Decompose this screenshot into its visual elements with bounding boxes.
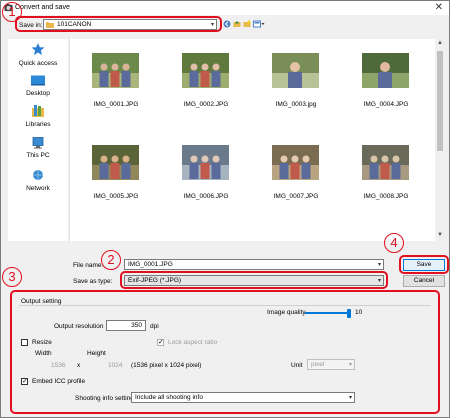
file-item[interactable]: IMG_0002.JPG [166, 53, 246, 113]
photo-thumbnail [272, 53, 319, 88]
sidebar-item-label: Network [26, 185, 50, 192]
photo-thumbnail [92, 145, 139, 180]
callout-number-3: 3 [2, 267, 22, 287]
star-icon [31, 43, 45, 55]
scroll-up-icon[interactable]: ▲ [437, 40, 443, 46]
desktop-icon [31, 75, 45, 86]
file-item[interactable]: IMG_0006.JPG [166, 145, 246, 205]
scroll-down-icon[interactable]: ▼ [437, 232, 443, 238]
new-folder-icon[interactable] [243, 20, 251, 28]
file-list-pane: IMG_0001.JPG IMG_0002.JPG IMG_0003.jpg IMG_… [69, 39, 435, 241]
callout-number-2: 2 [101, 250, 121, 270]
file-name-label: IMG_0002.JPG [183, 101, 229, 108]
sidebar-item-network[interactable]: Network [8, 167, 68, 195]
photo-thumbnail [362, 145, 409, 180]
sidebar-item-label: Desktop [26, 90, 50, 97]
callout-box-3 [10, 290, 440, 414]
photo-thumbnail [362, 53, 409, 88]
cancel-button[interactable]: Cancel [403, 275, 445, 287]
callout-number-4: 4 [384, 233, 404, 253]
callout-box-4 [399, 255, 449, 274]
filename-label: File name: [73, 262, 104, 269]
file-name-label: IMG_0008.JPG [363, 193, 409, 200]
photo-thumbnail [92, 53, 139, 88]
places-sidebar: Quick access Desktop Libraries This PC N… [8, 39, 68, 241]
file-name-label: IMG_0004.JPG [363, 101, 409, 108]
network-icon [33, 170, 43, 180]
sidebar-item-quick-access[interactable]: Quick access [8, 41, 68, 71]
file-item[interactable]: IMG_0008.JPG [346, 145, 426, 205]
file-name-label: IMG_0005.JPG [93, 193, 139, 200]
sidebar-item-label: Quick access [18, 60, 58, 67]
chevron-down-icon: ▾ [377, 262, 381, 268]
window-title: Convert and save [15, 4, 70, 11]
sidebar-item-label: This PC [26, 152, 50, 159]
file-item[interactable]: IMG_0001.JPG [76, 53, 156, 113]
file-item[interactable]: IMG_0007.JPG [256, 145, 336, 205]
back-icon[interactable] [223, 20, 231, 28]
file-name-label: IMG_0001.JPG [93, 101, 139, 108]
save-as-type-label: Save as type: [73, 278, 113, 285]
title-bar: Convert and save ✕ [1, 1, 449, 15]
filename-value: IMG_0001.JPG [128, 261, 173, 268]
callout-box-1 [15, 16, 222, 32]
file-name-label: IMG_0007.JPG [273, 193, 319, 200]
photo-thumbnail [182, 53, 229, 88]
sidebar-item-libraries[interactable]: Libraries [8, 103, 68, 131]
convert-save-dialog: Convert and save ✕ Save in: 101CANON ▾ Q… [0, 0, 450, 418]
file-item[interactable]: IMG_0004.JPG [346, 53, 426, 113]
sidebar-item-this-pc[interactable]: This PC [8, 135, 68, 163]
sidebar-item-desktop[interactable]: Desktop [8, 73, 68, 101]
callout-box-2 [120, 271, 388, 289]
libraries-icon [32, 105, 44, 117]
up-folder-icon[interactable] [233, 20, 241, 28]
close-icon[interactable]: ✕ [435, 2, 443, 13]
view-menu-icon[interactable] [253, 20, 265, 28]
filename-input[interactable]: IMG_0001.JPG ▾ [124, 259, 384, 270]
photo-thumbnail [182, 145, 229, 180]
pc-icon [32, 137, 44, 149]
scrollbar-thumb[interactable] [437, 51, 443, 151]
photo-thumbnail [272, 145, 319, 180]
file-item[interactable]: IMG_0005.JPG [76, 145, 156, 205]
file-list-scrollbar[interactable]: ▲ ▼ [435, 39, 445, 241]
sidebar-item-label: Libraries [25, 121, 51, 128]
callout-number-1: 1 [2, 2, 22, 22]
file-item[interactable]: IMG_0003.jpg [256, 53, 336, 113]
file-name-label: IMG_0006.JPG [183, 193, 229, 200]
file-name-label: IMG_0003.jpg [275, 101, 317, 108]
